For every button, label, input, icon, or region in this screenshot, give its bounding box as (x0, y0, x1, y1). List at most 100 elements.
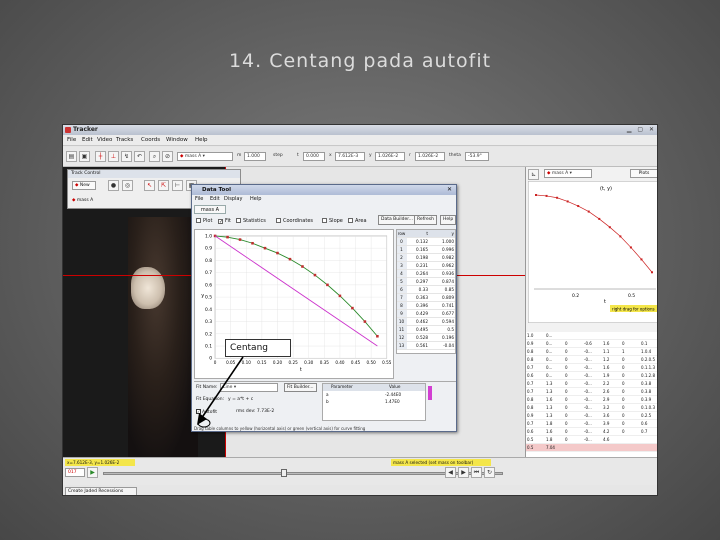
table-row[interactable]: 0.8 1.6 0 -0... 2.9 0 0.3.9 (526, 396, 657, 404)
table-cell: 0.7 (641, 429, 648, 434)
table-row[interactable]: 13 0.561 -0.04 (397, 342, 455, 350)
dt-menu-help[interactable]: Help (250, 196, 261, 202)
side-data-table[interactable]: 1.0 0... 0.9 0... 0 -0.6 1.6 0 0.1 0.8 0... 0 -0... 1… (525, 332, 657, 457)
table-row[interactable]: 0.6 1.6 0 -0... 4.2 0 0.7 (526, 428, 657, 436)
table-row[interactable]: 10 0.462 0.594 (397, 318, 455, 326)
table-row[interactable]: 3 0.231 0.962 (397, 262, 455, 270)
mass-field[interactable]: 1.000 (244, 152, 266, 161)
table-row[interactable]: 0.8 0... 0 -0... 1.1 1 1.0.4 (526, 348, 657, 356)
table-row[interactable]: 0.7 1.8 0 -0... 3.9 0 0.6 (526, 420, 657, 428)
plots-button[interactable]: Plots (630, 169, 657, 178)
new-track-button[interactable]: ◆ New (72, 181, 96, 190)
menu-tracks[interactable]: Tracks (116, 137, 133, 143)
table-row[interactable]: 7 0.363 0.809 (397, 294, 455, 302)
play-icon[interactable]: ▶ (87, 467, 98, 478)
dt-menu-display[interactable]: Display (224, 196, 242, 202)
area-checkbox[interactable]: Area (348, 218, 367, 224)
vector-icon[interactable]: ↖ (144, 180, 155, 191)
fit-builder-button[interactable]: Fit Builder... (284, 383, 317, 392)
menu-edit[interactable]: Edit (82, 137, 93, 143)
fit-parameter-table[interactable]: Parameter Value a -2.44E0 b 1.47E0 (322, 383, 426, 421)
t-field[interactable]: 0.000 (303, 152, 325, 161)
table-row[interactable]: 1 0.165 0.996 (397, 246, 455, 254)
fit-checkbox[interactable]: ✓ Fit (218, 218, 231, 225)
plot-options-icon[interactable]: ⊾ (528, 169, 539, 180)
table-cell: 0... (546, 373, 553, 378)
y-field[interactable]: 1.026E-2 (375, 152, 405, 161)
table-cell: 6 (397, 286, 407, 293)
r-field[interactable]: 1.026E-2 (415, 152, 445, 161)
line-profile-icon[interactable]: ⊢ (172, 180, 183, 191)
table-row[interactable]: 0.8 0... 0 -0... 1.2 0 0.2.0.5 (526, 356, 657, 364)
table-row[interactable]: 0.9 0... 0 -0.6 1.6 0 0.1 (526, 340, 657, 348)
table-row[interactable]: 0.5 1.8 0 -0... 4.6 (526, 436, 657, 444)
frame-field[interactable]: 017 (65, 468, 85, 477)
table-row[interactable]: 0.6 0... 0 -0... 1.9 0 0.1.2.8 (526, 372, 657, 380)
table-cell: 0.6 (641, 421, 648, 426)
menu-coords[interactable]: Coords (141, 137, 160, 143)
table-row[interactable]: 0.8 1.3 0 -0... 3.2 0 0.1.0.3 (526, 404, 657, 412)
table-row[interactable]: 8 0.396 0.741 (397, 302, 455, 310)
plot-checkbox[interactable]: Plot (196, 218, 212, 224)
tape-icon[interactable]: ⊥ (108, 151, 119, 162)
protractor-icon[interactable]: ↯ (121, 151, 132, 162)
fit-color-swatch[interactable] (428, 386, 432, 400)
save-icon[interactable]: ▣ (79, 151, 90, 162)
loop-icon[interactable]: ↻ (484, 467, 495, 478)
statistics-checkbox[interactable]: Statistics (236, 218, 266, 224)
data-tool-table[interactable]: row t y 0 0.132 1.000 1 0.165 0.996 2 0.198 0.982 3 0… (396, 229, 456, 354)
mini-plot[interactable]: (t, y) 0.2 0.5 t right drag for options (528, 181, 658, 323)
table-row[interactable]: 0.5 7.04 (526, 444, 657, 452)
table-row[interactable]: 11 0.495 0.5 (397, 326, 455, 334)
bottom-tab[interactable]: Create Jaded Recessions (65, 487, 137, 495)
data-tool-tab[interactable]: mass A (194, 205, 226, 214)
table-row[interactable]: 2 0.198 0.982 (397, 254, 455, 262)
table-cell: 0 (565, 341, 568, 346)
zoom-icon[interactable]: ⌕ (149, 151, 160, 162)
dt-menu-edit[interactable]: Edit (210, 196, 220, 202)
table-row[interactable]: 0.7 1.3 0 -0... 2.6 0 0.3.8 (526, 388, 657, 396)
slope-checkbox[interactable]: Slope (322, 218, 343, 224)
plot-track-select[interactable]: ◆ mass A ▾ (544, 169, 592, 178)
menu-window[interactable]: Window (166, 137, 188, 143)
table-row[interactable]: 0 0.132 1.000 (397, 238, 455, 246)
playback-slider[interactable] (103, 472, 503, 475)
track-select[interactable]: ◆ mass A ▾ (177, 152, 233, 161)
calibrate-icon[interactable]: ↶ (134, 151, 145, 162)
window-controls[interactable]: ▁ ▢ ✕ (627, 126, 656, 133)
table-row[interactable]: 6 0.33 0.85 (397, 286, 455, 294)
point-mass-icon[interactable]: ● (108, 180, 119, 191)
menu-file[interactable]: File (67, 137, 76, 143)
menu-help[interactable]: Help (195, 137, 208, 143)
refresh-button[interactable]: Refresh (414, 215, 437, 225)
table-row[interactable]: 1.0 0... (526, 332, 657, 340)
table-row[interactable]: 0.7 0... 0 -0... 1.6 0 0.1.1.3 (526, 364, 657, 372)
axes-icon[interactable]: ┼ (95, 151, 106, 162)
track-item-mass-a[interactable]: ◆ mass A (72, 198, 93, 203)
table-header-cell: t (426, 231, 428, 236)
vector-sum-icon[interactable]: ⇱ (158, 180, 169, 191)
table-row[interactable]: 4 0.264 0.936 (397, 270, 455, 278)
rewind-icon[interactable]: ⏮ (471, 467, 482, 478)
data-tool-close-icon[interactable]: ✕ (447, 186, 452, 193)
coordinates-checkbox[interactable]: Coordinates (276, 218, 313, 224)
table-row[interactable]: 5 0.297 0.874 (397, 278, 455, 286)
table-row[interactable]: 12 0.528 0.196 (397, 334, 455, 342)
theta-field[interactable]: -53.9° (465, 152, 489, 161)
table-row[interactable]: 9 0.429 0.677 (397, 310, 455, 318)
table-row[interactable]: 0.9 1.3 0 -0... 3.6 0 0.2.5 (526, 412, 657, 420)
center-mass-icon[interactable]: ◎ (122, 180, 133, 191)
menu-video[interactable]: Video (97, 137, 112, 143)
table-row[interactable]: 0.7 1.3 0 -0... 2.2 0 0.3.8 (526, 380, 657, 388)
clear-icon[interactable]: ⊘ (162, 151, 173, 162)
open-icon[interactable]: ▤ (66, 151, 77, 162)
table-cell: 0.677 (442, 311, 454, 316)
step-back-icon[interactable]: ◀ (445, 467, 456, 478)
help-button[interactable]: Help (440, 215, 457, 225)
data-builder-button[interactable]: Data Builder... (378, 215, 416, 225)
x-field[interactable]: 7.612E-3 (335, 152, 365, 161)
playback-slider-thumb[interactable] (281, 469, 287, 477)
x-tick-label: 0.30 (304, 360, 314, 365)
step-forward-icon[interactable]: ▶ (458, 467, 469, 478)
dt-menu-file[interactable]: File (195, 196, 203, 202)
